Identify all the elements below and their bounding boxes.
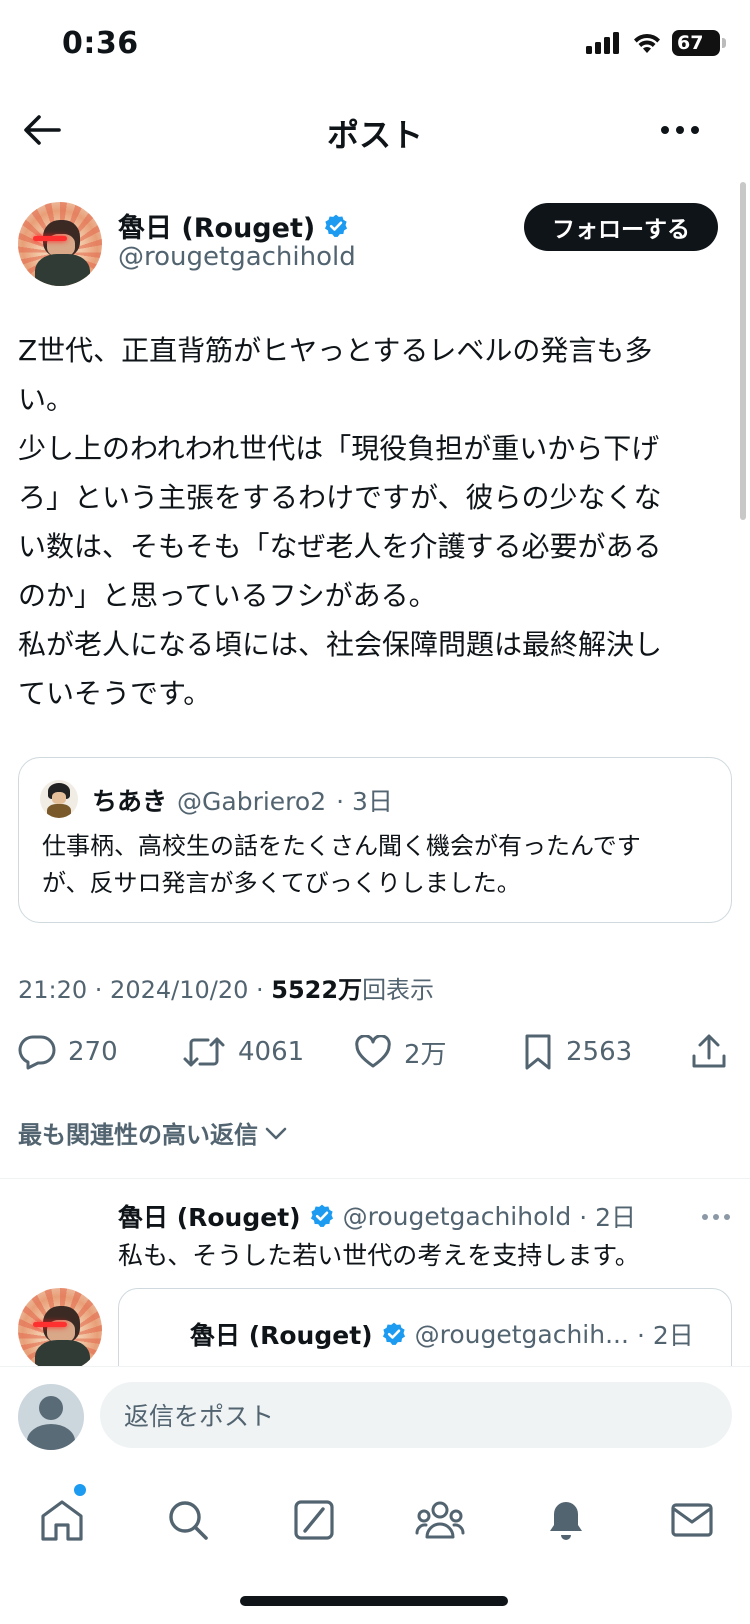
- current-user-avatar[interactable]: [18, 1384, 84, 1450]
- grok-icon: [294, 1500, 334, 1540]
- post-body-line: のか」と思っているフシがある。: [18, 579, 437, 612]
- quote-author-avatar[interactable]: [40, 780, 78, 818]
- author-handle[interactable]: @rougetgachihold: [118, 242, 356, 272]
- bookmark-count: 2563: [566, 1037, 633, 1067]
- reply-text: 私も、そうした若い世代の考えを支持します。: [118, 1241, 640, 1270]
- tab-search[interactable]: [158, 1490, 218, 1550]
- status-time: 0:36: [62, 26, 139, 61]
- replies-sort-dropdown[interactable]: 最も関連性の高い返信: [18, 1115, 288, 1150]
- view-count-label: 回表示: [362, 976, 435, 1004]
- post-body-line: 私が老人になる頃には、社会保障問題は最終解決し: [18, 628, 663, 661]
- reply-count: 270: [68, 1037, 118, 1067]
- reply-icon: [18, 1035, 56, 1070]
- more-horizontal-icon: [702, 1214, 730, 1220]
- post-body-line: 少し上のわれわれ世代は「現役負担が重いから下げ: [18, 432, 660, 465]
- replies-sort-label: 最も関連性の高い返信: [18, 1121, 258, 1149]
- home-icon: [41, 1500, 83, 1541]
- home-indicator: [240, 1596, 508, 1606]
- battery-indicator: 67: [672, 30, 726, 56]
- repost-count: 4061: [238, 1037, 305, 1067]
- tab-communities[interactable]: [410, 1490, 470, 1550]
- tab-home[interactable]: [32, 1490, 92, 1550]
- verified-badge-icon: [310, 1204, 333, 1228]
- mail-icon: [671, 1503, 713, 1537]
- cellular-signal-icon: [586, 32, 619, 54]
- share-button[interactable]: [690, 1030, 728, 1074]
- page-title: ポスト: [326, 116, 423, 154]
- author-name[interactable]: 魯日 (Rouget): [118, 206, 349, 245]
- share-icon: [692, 1034, 726, 1068]
- like-count: 2万: [404, 1039, 447, 1070]
- post-body-line: ろ」という主張をするわけですが、彼らの少なくな: [18, 481, 662, 514]
- like-button[interactable]: 2万: [354, 1030, 447, 1074]
- reply-author-name[interactable]: 魯日 (Rouget): [118, 1198, 301, 1234]
- status-icons: 67: [586, 30, 726, 56]
- quote-text-line: が、反サロ発言が多くてびっくりしました。: [42, 869, 521, 897]
- tab-messages[interactable]: [662, 1490, 722, 1550]
- home-notification-dot: [74, 1484, 86, 1496]
- reply-compose-input[interactable]: 返信をポスト: [100, 1382, 732, 1448]
- repost-icon: [183, 1037, 225, 1067]
- nested-age: · 2日: [636, 1321, 694, 1350]
- chevron-down-icon: [265, 1127, 287, 1139]
- post-body: Z世代、正直背筋がヒヤっとするレベルの発言も多 い。 少し上のわれわれ世代は「現…: [18, 326, 718, 718]
- nested-author-handle[interactable]: @rougetgachih...: [415, 1320, 629, 1349]
- post-body-line: い。: [18, 383, 75, 416]
- post-meta: 21:20 · 2024/10/20 · 5522万回表示: [18, 970, 434, 1005]
- communities-icon: [415, 1501, 465, 1539]
- post-timestamp[interactable]: 21:20 · 2024/10/20 ·: [18, 976, 271, 1004]
- more-options-button[interactable]: [650, 110, 710, 150]
- quote-text: 仕事柄、高校生の話をたくさん聞く機会が有ったんです が、反サロ発言が多くてびっく…: [42, 828, 712, 902]
- search-icon: [169, 1501, 208, 1540]
- tab-notifications[interactable]: [536, 1490, 596, 1550]
- quote-header: ちあき @Gabriero2 · 3日: [92, 782, 393, 818]
- author-avatar[interactable]: [18, 202, 102, 286]
- bell-icon: [550, 1502, 582, 1540]
- post-body-line: ていそうです。: [18, 677, 212, 710]
- post-body-line: Z世代、正直背筋がヒヤっとするレベルの発言も多: [18, 334, 653, 367]
- reply-more-button[interactable]: [696, 1202, 736, 1232]
- divider: [0, 1178, 750, 1179]
- wifi-icon: [634, 33, 660, 53]
- post-body-line: い数は、そもそも「なぜ老人を介護する必要がある: [18, 530, 662, 563]
- nested-author-name[interactable]: 魯日 (Rouget): [190, 1316, 373, 1352]
- more-horizontal-icon: [661, 126, 699, 134]
- bookmark-icon: [525, 1034, 551, 1070]
- quote-text-line: 仕事柄、高校生の話をたくさん聞く機会が有ったんです: [42, 832, 641, 860]
- heart-icon: [355, 1035, 391, 1068]
- reply-button[interactable]: 270: [18, 1030, 118, 1074]
- repost-button[interactable]: 4061: [182, 1030, 304, 1074]
- verified-badge-icon: [382, 1322, 405, 1346]
- bookmark-button[interactable]: 2563: [522, 1030, 632, 1074]
- quote-author-name[interactable]: ちあき: [92, 782, 167, 818]
- reply-age: · 2日: [579, 1203, 637, 1232]
- reply-header: 魯日 (Rouget) @rougetgachihold · 2日: [118, 1198, 636, 1234]
- view-count: 5522万: [271, 976, 363, 1004]
- author-name-text: 魯日 (Rouget): [118, 213, 316, 244]
- quote-author-handle[interactable]: @Gabriero2: [177, 787, 326, 816]
- follow-button[interactable]: フォローする: [524, 203, 718, 251]
- scrollbar[interactable]: [740, 182, 746, 520]
- tab-grok[interactable]: [284, 1490, 344, 1550]
- nested-header: 魯日 (Rouget) @rougetgachih... · 2日: [190, 1316, 694, 1352]
- verified-badge-icon: [325, 214, 348, 237]
- reply-author-avatar[interactable]: [18, 1288, 102, 1372]
- quote-age: · 3日: [336, 787, 393, 816]
- reply-author-handle[interactable]: @rougetgachihold: [343, 1202, 572, 1231]
